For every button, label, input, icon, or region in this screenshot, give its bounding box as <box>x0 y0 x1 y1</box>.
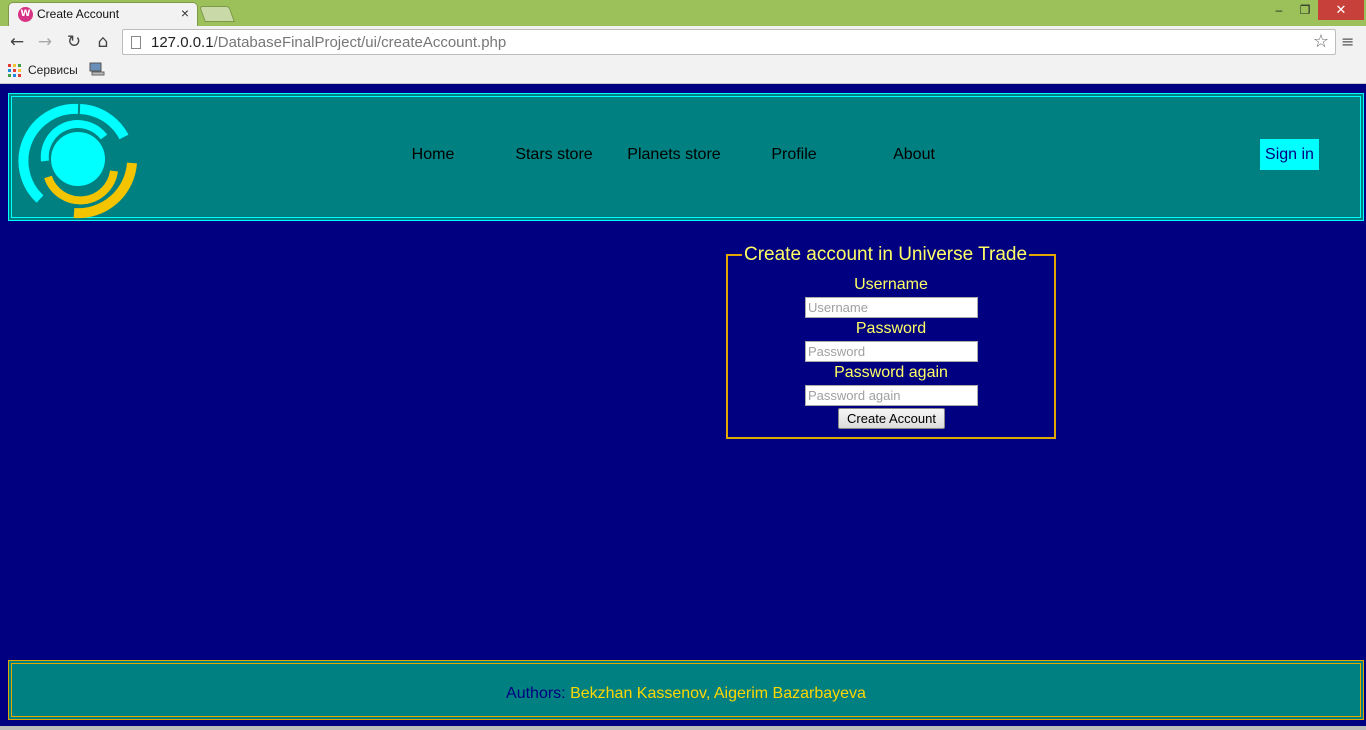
window-close-icon[interactable]: ✕ <box>1318 0 1364 20</box>
new-tab-button[interactable] <box>199 6 235 22</box>
create-account-button[interactable]: Create Account <box>838 408 945 429</box>
form-legend: Create account in Universe Trade <box>742 244 1030 266</box>
nav-planets-store[interactable]: Planets store <box>614 146 734 164</box>
tab-favicon-icon: W <box>18 7 33 22</box>
address-bar[interactable]: 127.0.0.1/DatabaseFinalProject/ui/create… <box>122 29 1336 55</box>
password-again-input[interactable] <box>805 385 978 406</box>
nav-home[interactable]: Home <box>373 146 493 164</box>
create-account-form: Create account in Universe Trade Usernam… <box>726 244 1056 439</box>
nav-about[interactable]: About <box>854 146 974 164</box>
url-path: /DatabaseFinalProject/ui/createAccount.p… <box>213 34 507 51</box>
bookmark-apps-label[interactable]: Сервисы <box>28 63 78 77</box>
reload-icon[interactable]: ↻ <box>63 31 85 53</box>
sign-in-button[interactable]: Sign in <box>1260 139 1319 170</box>
nav-stars-store[interactable]: Stars store <box>494 146 614 164</box>
nav-profile[interactable]: Profile <box>734 146 854 164</box>
browser-titlebar: W Create Account × – ❐ ✕ <box>0 0 1366 26</box>
computer-icon[interactable] <box>89 62 105 76</box>
forward-arrow-icon[interactable]: → <box>34 31 56 53</box>
browser-toolbar: ← → ↻ ⌂ 127.0.0.1/DatabaseFinalProject/u… <box>0 26 1366 58</box>
home-icon[interactable]: ⌂ <box>92 31 114 53</box>
site-footer: Authors: Bekzhan Kassenov, Aigerim Bazar… <box>8 660 1364 720</box>
browser-menu-icon[interactable]: ≡ <box>1341 32 1355 51</box>
header-inner-border: Home Stars store Planets store Profile A… <box>11 96 1361 219</box>
window-bottom-strip <box>0 726 1366 730</box>
authors-names: Bekzhan Kassenov, Aigerim Bazarbayeva <box>570 685 866 702</box>
tab-title: Create Account <box>37 7 120 21</box>
username-input[interactable] <box>805 297 978 318</box>
logo-icon[interactable] <box>18 99 138 219</box>
footer-authors: Authors: Bekzhan Kassenov, Aigerim Bazar… <box>12 685 1360 703</box>
apps-grid-icon[interactable] <box>8 64 21 77</box>
browser-tab[interactable]: W Create Account × <box>8 2 198 26</box>
page-icon <box>131 36 141 49</box>
bookmark-star-icon[interactable]: ☆ <box>1313 31 1329 52</box>
bookmarks-bar: Сервисы <box>0 58 1366 84</box>
back-arrow-icon[interactable]: ← <box>6 31 28 53</box>
window-minimize-icon[interactable]: – <box>1266 0 1292 20</box>
footer-inner-border: Authors: Bekzhan Kassenov, Aigerim Bazar… <box>11 663 1361 717</box>
site-header: Home Stars store Planets store Profile A… <box>8 93 1364 221</box>
password-input[interactable] <box>805 341 978 362</box>
username-label: Username <box>854 276 928 293</box>
authors-label: Authors: <box>506 685 566 702</box>
url-host: 127.0.0.1 <box>151 34 214 51</box>
password-again-label: Password again <box>834 364 948 381</box>
window-maximize-icon[interactable]: ❐ <box>1292 0 1318 20</box>
url-text: 127.0.0.1/DatabaseFinalProject/ui/create… <box>151 34 506 51</box>
tab-close-icon[interactable]: × <box>181 5 189 21</box>
password-label: Password <box>855 320 927 337</box>
